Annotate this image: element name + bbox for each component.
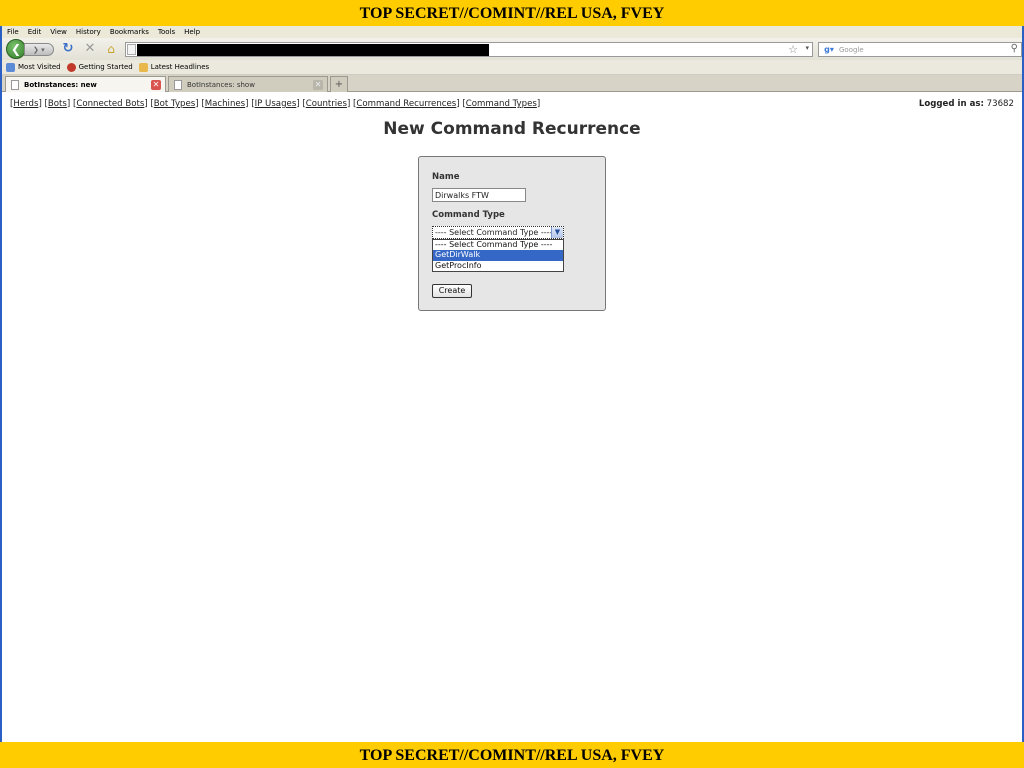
close-tab-icon[interactable]: ✕ (151, 80, 161, 90)
menu-bar: File Edit View History Bookmarks Tools H… (2, 26, 1022, 38)
firefox-icon (66, 62, 76, 72)
search-placeholder: Google (839, 45, 864, 54)
rss-folder-icon (138, 62, 148, 72)
command-recurrence-form: Name Command Type ---- Select Command Ty… (418, 156, 606, 311)
bookmark-star-icon[interactable]: ☆ (788, 43, 798, 56)
nav-command-recurrences[interactable]: Command Recurrences (356, 99, 456, 109)
name-label: Name (432, 172, 460, 182)
page-title: New Command Recurrence (383, 119, 641, 139)
redacted-url (137, 44, 489, 56)
nav-bot-types[interactable]: Bot Types (154, 99, 195, 109)
new-tab-button[interactable]: + (330, 76, 348, 92)
nav-connected-bots[interactable]: Connected Bots (76, 99, 144, 109)
command-type-label: Command Type (432, 210, 505, 220)
command-type-select[interactable]: ---- Select Command Type ---- ▼ (432, 226, 564, 239)
command-type-selected: ---- Select Command Type ---- (435, 228, 553, 237)
nav-bots[interactable]: Bots (48, 99, 67, 109)
home-icon[interactable]: ⌂ (104, 42, 118, 56)
menu-history[interactable]: History (76, 28, 101, 36)
menu-bookmarks[interactable]: Bookmarks (110, 28, 149, 36)
bookmark-icon (6, 62, 15, 72)
tab-botinstances-new[interactable]: BotInstances: new ✕ (5, 76, 166, 92)
command-type-option[interactable]: GetProcInfo (433, 261, 563, 271)
app-nav: [Herds] [Bots] [Connected Bots] [Bot Typ… (10, 99, 541, 109)
url-bar[interactable]: ☆ ▾ (125, 42, 813, 57)
menu-edit[interactable]: Edit (28, 28, 42, 36)
bookmark-most-visited[interactable]: Most Visited (6, 62, 61, 72)
nav-herds[interactable]: Herds (13, 99, 38, 109)
reload-icon[interactable]: ↻ (61, 42, 75, 56)
back-arrow-icon: ❮ (10, 42, 22, 56)
google-engine-icon[interactable]: g▾ (819, 43, 839, 56)
nav-ip-usages[interactable]: IP Usages (255, 99, 297, 109)
command-type-dropdown: ---- Select Command Type ---- GetDirWalk… (432, 239, 564, 272)
bookmark-getting-started[interactable]: Getting Started (66, 62, 133, 72)
stop-icon[interactable]: ✕ (83, 42, 97, 56)
back-button[interactable]: ❮ (6, 39, 26, 59)
command-type-option-highlighted[interactable]: GetDirWalk (433, 250, 563, 261)
command-type-option[interactable]: ---- Select Command Type ---- (433, 240, 563, 250)
navigation-toolbar: ❮ ❯ ▾ ↻ ✕ ⌂ ☆ ▾ g▾ Google ⚲ (2, 38, 1022, 60)
bookmark-latest-headlines[interactable]: Latest Headlines (138, 62, 210, 72)
page-icon (11, 79, 19, 90)
tab-label: BotInstances: new (24, 80, 97, 89)
nav-countries[interactable]: Countries (306, 99, 347, 109)
url-dropdown-icon[interactable]: ▾ (805, 44, 809, 52)
close-tab-icon[interactable]: ✕ (313, 80, 323, 90)
menu-view[interactable]: View (50, 28, 67, 36)
nav-machines[interactable]: Machines (205, 99, 245, 109)
page-favicon-icon (127, 44, 136, 55)
bookmark-label: Getting Started (78, 63, 133, 71)
page-icon (174, 79, 182, 90)
logged-in-user: 73682 (986, 99, 1014, 109)
search-icon[interactable]: ⚲ (1011, 43, 1018, 54)
tab-bar: BotInstances: new ✕ BotInstances: show ✕… (2, 75, 1022, 92)
page-content: [Herds] [Bots] [Connected Bots] [Bot Typ… (2, 92, 1022, 722)
menu-help[interactable]: Help (184, 28, 200, 36)
menu-tools[interactable]: Tools (158, 28, 175, 36)
forward-arrow-icon: ❯ ▾ (33, 45, 45, 54)
search-bar[interactable]: g▾ Google ⚲ (818, 42, 1022, 57)
classification-banner-bottom: TOP SECRET//COMINT//REL USA, FVEY (0, 742, 1024, 768)
menu-file[interactable]: File (7, 28, 19, 36)
bookmark-label: Latest Headlines (150, 63, 210, 71)
tab-label: BotInstances: show (187, 80, 255, 89)
create-button[interactable]: Create (432, 284, 472, 298)
login-status: Logged in as: 73682 (919, 99, 1014, 109)
name-input[interactable] (432, 188, 526, 202)
chevron-down-icon[interactable]: ▼ (551, 227, 563, 238)
tab-botinstances-show[interactable]: BotInstances: show ✕ (168, 76, 328, 92)
forward-button[interactable]: ❯ ▾ (24, 43, 54, 56)
bookmark-label: Most Visited (18, 63, 61, 71)
logged-in-label: Logged in as: (918, 99, 984, 109)
classification-banner-top: TOP SECRET//COMINT//REL USA, FVEY (0, 0, 1024, 26)
browser-window: File Edit View History Bookmarks Tools H… (0, 26, 1024, 742)
nav-command-types[interactable]: Command Types (466, 99, 537, 109)
bookmarks-toolbar: Most Visited Getting Started Latest Head… (2, 60, 1022, 75)
